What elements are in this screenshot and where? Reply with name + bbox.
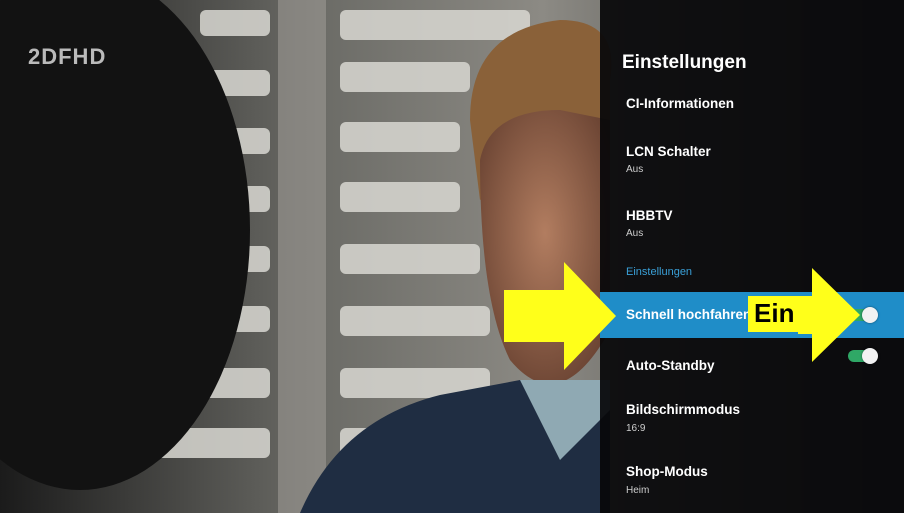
menu-item-label: Shop-Modus [626, 464, 708, 479]
menu-item-shop-modus[interactable]: Shop-Modus Heim [600, 460, 904, 502]
menu-item-label: Schnell hochfahren [626, 307, 752, 322]
channel-logo: 2DFHD [28, 44, 107, 69]
menu-item-ci-informationen[interactable]: CI-Informationen [600, 92, 904, 116]
toggle-knob [862, 307, 878, 323]
section-header: Einstellungen [626, 266, 693, 278]
ein-annotation-label: Ein [754, 298, 795, 328]
menu-item-label: Bildschirmmodus [626, 402, 741, 417]
toggle-knob [862, 348, 878, 364]
menu-item-label: Auto-Standby [626, 358, 715, 373]
settings-panel: Einstellungen CI-Informationen LCN Schal… [600, 0, 904, 513]
ein-annotation-box: Ein [748, 296, 800, 332]
menu-item-lcn-schalter[interactable]: LCN Schalter Aus [600, 140, 904, 180]
menu-item-value: Heim [626, 485, 650, 496]
menu-item-bildschirmmodus[interactable]: Bildschirmmodus 16:9 [600, 398, 904, 440]
menu-item-value: Aus [626, 228, 644, 239]
panel-title: Einstellungen [622, 52, 747, 73]
menu-item-value: 16:9 [626, 423, 646, 434]
menu-item-label: HBBTV [626, 208, 673, 223]
right-arrow-annotation [798, 268, 860, 362]
menu-item-label: CI-Informationen [626, 96, 734, 111]
tv-screen: 2DFHD Einstellungen CI-Informationen LCN… [0, 0, 904, 513]
menu-item-hbbtv[interactable]: HBBTV Aus [600, 204, 904, 244]
menu-item-value: Aus [626, 164, 644, 175]
left-arrow-annotation [504, 262, 616, 370]
menu-item-label: LCN Schalter [626, 144, 711, 159]
